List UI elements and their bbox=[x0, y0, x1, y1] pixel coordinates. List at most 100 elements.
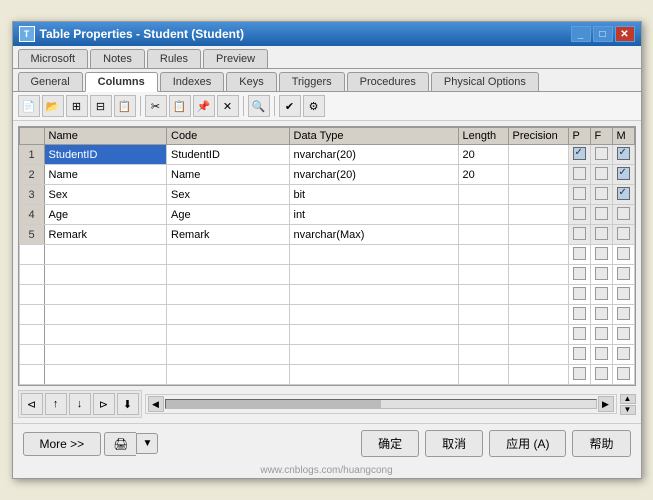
nav-next-btn[interactable]: ↓ bbox=[69, 393, 91, 415]
tab-notes[interactable]: Notes bbox=[90, 49, 145, 68]
tab-microsoft[interactable]: Microsoft bbox=[18, 49, 89, 68]
cell-f-2[interactable] bbox=[590, 165, 612, 185]
cell-name-3[interactable]: Sex bbox=[44, 185, 167, 205]
tab-preview[interactable]: Preview bbox=[203, 49, 268, 68]
checkbox-f-2[interactable] bbox=[595, 167, 608, 180]
checkbox-p-5[interactable] bbox=[573, 227, 586, 240]
scroll-left-btn[interactable]: ◀ bbox=[148, 396, 164, 412]
tab-indexes[interactable]: Indexes bbox=[160, 72, 225, 91]
checkbox-m-3[interactable] bbox=[617, 187, 630, 200]
toolbar-open-btn[interactable]: 📂 bbox=[42, 95, 64, 117]
cell-name-4[interactable]: Age bbox=[44, 205, 167, 225]
cell-datatype-1[interactable]: nvarchar(20) bbox=[289, 145, 458, 165]
checkbox-m-5[interactable] bbox=[617, 227, 630, 240]
checkbox-p-3[interactable] bbox=[573, 187, 586, 200]
cell-f-3[interactable] bbox=[590, 185, 612, 205]
scroll-down-btn[interactable]: ▼ bbox=[620, 405, 636, 415]
scroll-thumb[interactable] bbox=[166, 400, 381, 408]
checkbox-m-1[interactable] bbox=[617, 147, 630, 160]
checkbox-f-1[interactable] bbox=[595, 147, 608, 160]
cell-f-4[interactable] bbox=[590, 205, 612, 225]
toolbar-grid-btn[interactable]: ⊞ bbox=[66, 95, 88, 117]
checkbox-m-4[interactable] bbox=[617, 207, 630, 220]
cell-precision-3[interactable] bbox=[508, 185, 568, 205]
print-dropdown-arrow[interactable]: ▼ bbox=[136, 433, 158, 454]
cell-code-5[interactable]: Remark bbox=[167, 225, 290, 245]
cell-p-3[interactable] bbox=[568, 185, 590, 205]
cell-p-1[interactable] bbox=[568, 145, 590, 165]
cell-name-2[interactable]: Name bbox=[44, 165, 167, 185]
table-row[interactable]: 2 Name Name nvarchar(20) 20 bbox=[19, 165, 634, 185]
help-button[interactable]: 帮助 bbox=[572, 430, 630, 457]
cell-p-2[interactable] bbox=[568, 165, 590, 185]
tab-procedures[interactable]: Procedures bbox=[347, 72, 429, 91]
tab-columns[interactable]: Columns bbox=[85, 72, 158, 92]
checkbox-m-2[interactable] bbox=[617, 167, 630, 180]
nav-down-btn[interactable]: ⊳ bbox=[93, 393, 115, 415]
tab-rules[interactable]: Rules bbox=[147, 49, 201, 68]
cell-length-5[interactable] bbox=[458, 225, 508, 245]
tab-keys[interactable]: Keys bbox=[226, 72, 276, 91]
cell-m-2[interactable] bbox=[612, 165, 634, 185]
cell-datatype-5[interactable]: nvarchar(Max) bbox=[289, 225, 458, 245]
cell-code-4[interactable]: Age bbox=[167, 205, 290, 225]
cell-m-4[interactable] bbox=[612, 205, 634, 225]
checkbox-p-1[interactable] bbox=[573, 147, 586, 160]
confirm-button[interactable]: 确定 bbox=[361, 430, 419, 457]
minimize-button[interactable]: _ bbox=[571, 26, 591, 42]
cell-name-1[interactable]: StudentID bbox=[44, 145, 167, 165]
cell-name-5[interactable]: Remark bbox=[44, 225, 167, 245]
checkbox-f-3[interactable] bbox=[595, 187, 608, 200]
cell-precision-5[interactable] bbox=[508, 225, 568, 245]
horizontal-scrollbar[interactable]: ◀ ▶ bbox=[145, 394, 617, 414]
cell-p-4[interactable] bbox=[568, 205, 590, 225]
checkbox-f-4[interactable] bbox=[595, 207, 608, 220]
cell-length-1[interactable]: 20 bbox=[458, 145, 508, 165]
cancel-button[interactable]: 取消 bbox=[425, 430, 483, 457]
cell-datatype-4[interactable]: int bbox=[289, 205, 458, 225]
cell-precision-2[interactable] bbox=[508, 165, 568, 185]
scroll-right-btn[interactable]: ▶ bbox=[598, 396, 614, 412]
cell-f-5[interactable] bbox=[590, 225, 612, 245]
toolbar-settings-btn[interactable]: ⚙ bbox=[303, 95, 325, 117]
cell-datatype-2[interactable]: nvarchar(20) bbox=[289, 165, 458, 185]
cell-m-3[interactable] bbox=[612, 185, 634, 205]
cell-datatype-3[interactable]: bit bbox=[289, 185, 458, 205]
cell-length-4[interactable] bbox=[458, 205, 508, 225]
maximize-button[interactable]: □ bbox=[593, 26, 613, 42]
toolbar-search-btn[interactable]: 🔍 bbox=[248, 95, 270, 117]
print-button[interactable]: 🖨 bbox=[104, 432, 136, 456]
nav-prev-btn[interactable]: ↑ bbox=[45, 393, 67, 415]
tab-triggers[interactable]: Triggers bbox=[279, 72, 345, 91]
cell-m-1[interactable] bbox=[612, 145, 634, 165]
tab-physical-options[interactable]: Physical Options bbox=[431, 72, 539, 91]
cell-precision-4[interactable] bbox=[508, 205, 568, 225]
toolbar-cut-btn[interactable]: ✂ bbox=[145, 95, 167, 117]
cell-length-2[interactable]: 20 bbox=[458, 165, 508, 185]
cell-p-5[interactable] bbox=[568, 225, 590, 245]
more-button[interactable]: More >> bbox=[23, 432, 102, 456]
toolbar-delete-btn[interactable]: ✕ bbox=[217, 95, 239, 117]
toolbar-new-btn[interactable]: 📄 bbox=[18, 95, 40, 117]
table-row[interactable]: 3 Sex Sex bit bbox=[19, 185, 634, 205]
checkbox-p-4[interactable] bbox=[573, 207, 586, 220]
toolbar-grid2-btn[interactable]: ⊟ bbox=[90, 95, 112, 117]
tab-general[interactable]: General bbox=[18, 72, 83, 91]
cell-precision-1[interactable] bbox=[508, 145, 568, 165]
close-button[interactable]: ✕ bbox=[615, 26, 635, 42]
checkbox-p-2[interactable] bbox=[573, 167, 586, 180]
toolbar-props-btn[interactable]: 📋 bbox=[114, 95, 136, 117]
checkbox-f-5[interactable] bbox=[595, 227, 608, 240]
cell-code-3[interactable]: Sex bbox=[167, 185, 290, 205]
cell-code-2[interactable]: Name bbox=[167, 165, 290, 185]
nav-last-btn[interactable]: ⬇ bbox=[117, 393, 139, 415]
scroll-up-btn[interactable]: ▲ bbox=[620, 394, 636, 404]
cell-f-1[interactable] bbox=[590, 145, 612, 165]
cell-code-1[interactable]: StudentID bbox=[167, 145, 290, 165]
cell-m-5[interactable] bbox=[612, 225, 634, 245]
cell-length-3[interactable] bbox=[458, 185, 508, 205]
nav-first-btn[interactable]: ⊲ bbox=[21, 393, 43, 415]
toolbar-copy-btn[interactable]: 📋 bbox=[169, 95, 191, 117]
toolbar-paste-btn[interactable]: 📌 bbox=[193, 95, 215, 117]
table-row[interactable]: 5 Remark Remark nvarchar(Max) bbox=[19, 225, 634, 245]
